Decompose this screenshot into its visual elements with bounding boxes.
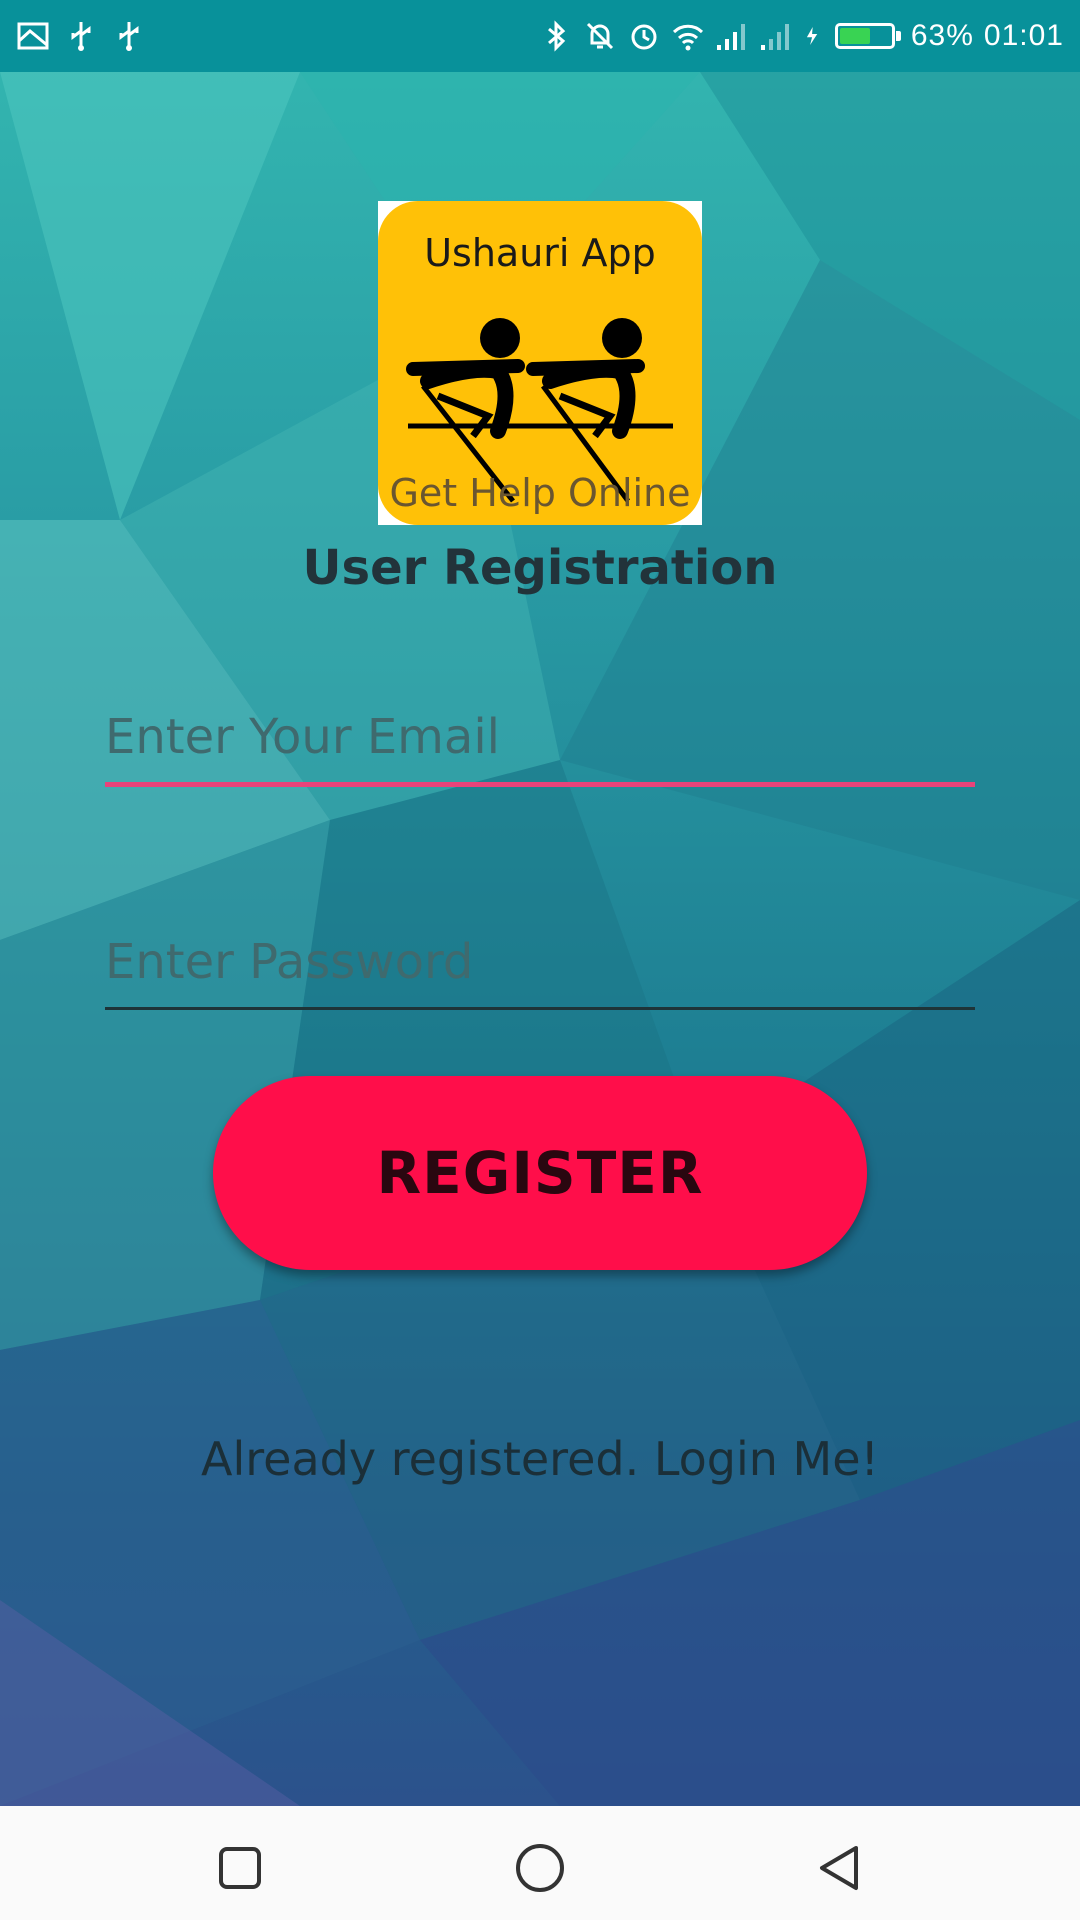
charging-icon: [806, 26, 818, 46]
screenshot-icon: [17, 22, 49, 50]
back-button[interactable]: [800, 1828, 880, 1908]
recents-icon: [219, 1847, 261, 1889]
clock: 01:01: [983, 19, 1064, 52]
battery-percent: 63%: [910, 19, 974, 52]
usb-icon: [71, 22, 91, 51]
signal-icon: [716, 24, 745, 50]
alarm-icon: [631, 24, 657, 50]
battery-icon: [834, 23, 901, 49]
email-field[interactable]: [105, 692, 975, 787]
back-icon: [820, 1846, 858, 1890]
wifi-icon: [672, 24, 703, 51]
status-bar: 63% 01:01: [0, 0, 1080, 72]
app-logo: Ushauri App Get Help Online: [378, 201, 702, 525]
mute-icon: [586, 22, 613, 50]
usb-icon: [119, 22, 139, 51]
logo-subtitle: Get Help Online: [389, 471, 691, 515]
home-icon: [516, 1844, 564, 1892]
register-button[interactable]: REGISTER: [213, 1076, 867, 1270]
bluetooth-icon: [547, 20, 566, 52]
home-button[interactable]: [500, 1828, 580, 1908]
page-title: User Registration: [302, 540, 778, 596]
login-link[interactable]: Already registered. Login Me!: [0, 1432, 1080, 1486]
password-field[interactable]: [105, 917, 975, 1010]
signal-icon: [760, 24, 789, 50]
recents-button[interactable]: [200, 1828, 280, 1908]
navigation-bar: [0, 1806, 1080, 1920]
